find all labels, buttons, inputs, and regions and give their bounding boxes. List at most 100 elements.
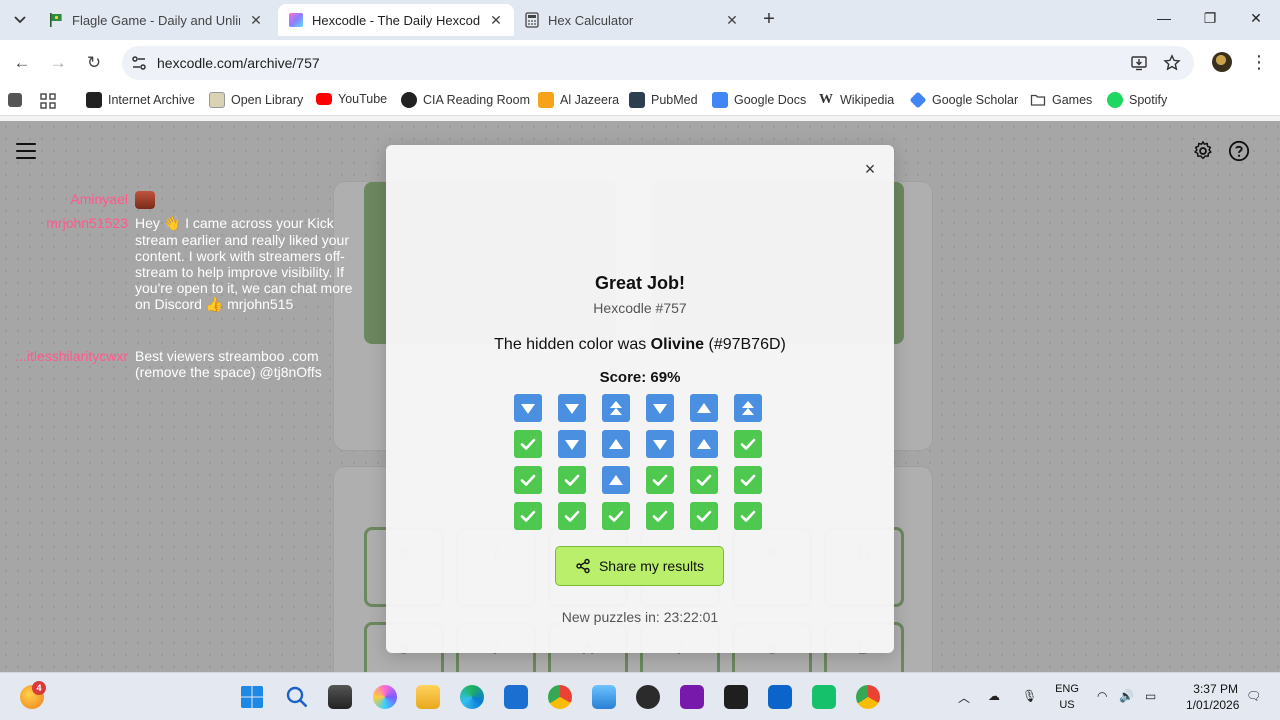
obs-icon[interactable]	[636, 685, 660, 709]
arrow-down-icon	[514, 394, 542, 422]
edge-icon[interactable]	[460, 685, 484, 709]
arrow-up-icon	[602, 430, 630, 458]
task-view-icon[interactable]	[328, 685, 352, 709]
site-settings-icon[interactable]	[130, 54, 148, 72]
copilot-icon[interactable]	[373, 685, 397, 709]
arrow-down-icon	[558, 430, 586, 458]
hexcodle-logo-icon	[289, 13, 303, 27]
windows-taskbar: 4 ︿ ☁ 🎙 ENG US ◠ 🔊 ▭ 3:37 PM 1/01/2026 🗨	[0, 672, 1280, 720]
archive-icon	[86, 92, 102, 108]
flag-icon	[50, 13, 62, 27]
bookmark-pubmed[interactable]: PubMed	[629, 92, 698, 108]
correct-check-icon	[558, 502, 586, 530]
tab-hex-calculator[interactable]: Hex Calculator ✕	[514, 4, 750, 36]
outlook-icon[interactable]	[768, 685, 792, 709]
correct-check-icon	[734, 466, 762, 494]
correct-check-icon	[734, 502, 762, 530]
tab-hexcodle[interactable]: Hexcodle - The Daily Hexcode ( ✕	[278, 4, 514, 36]
new-tab-button[interactable]: +	[758, 8, 780, 30]
folder-icon	[1030, 94, 1046, 106]
sidebar-toggle-icon[interactable]	[8, 93, 28, 107]
double-arrow-up-icon	[734, 394, 762, 422]
microphone-icon[interactable]: 🎙	[1022, 689, 1037, 703]
gear-icon[interactable]	[1192, 140, 1214, 162]
profile-avatar[interactable]	[1212, 52, 1232, 72]
al-jazeera-icon	[538, 92, 554, 108]
system-clock[interactable]: 3:37 PM 1/01/2026	[1186, 681, 1239, 713]
bookmark-internet-archive[interactable]: Internet Archive	[86, 92, 195, 108]
cloud-sync-icon[interactable]: ☁	[988, 689, 1000, 703]
back-button[interactable]: ←	[11, 52, 33, 74]
arrow-up-icon	[690, 430, 718, 458]
library-icon	[209, 92, 225, 108]
bookmark-youtube[interactable]: YouTube	[316, 92, 387, 106]
notification-badge: 4	[32, 681, 46, 695]
arrow-down-icon	[646, 394, 674, 422]
chat-message: Best viewers streamboo .com (remove the …	[135, 348, 322, 380]
close-icon[interactable]: ✕	[248, 12, 264, 29]
bookmark-cia-reading-room[interactable]: CIA Reading Room	[401, 92, 530, 108]
window-close-button[interactable]: ✕	[1246, 10, 1266, 27]
tab-flagle[interactable]: Flagle Game - Daily and Unlimi ✕	[38, 4, 274, 36]
chevron-up-icon[interactable]: ︿	[958, 689, 970, 706]
score-label: Score: 69%	[599, 369, 681, 386]
input-language[interactable]: ENG US	[1050, 681, 1084, 713]
url-text[interactable]: hexcodle.com/archive/757	[157, 55, 320, 71]
arrow-up-icon	[690, 394, 718, 422]
tab-label: Hexcodle - The Daily Hexcode (	[312, 12, 480, 28]
close-icon[interactable]: ✕	[488, 12, 504, 29]
bookmark-folder-games[interactable]: Games	[1030, 92, 1092, 108]
arrow-down-icon	[646, 430, 674, 458]
search-icon[interactable]	[285, 685, 309, 709]
chat-username: itlesshilaritycwxr...	[15, 348, 128, 364]
minimize-button[interactable]: —	[1154, 10, 1174, 26]
bookmark-google-docs[interactable]: Google Docs	[712, 92, 806, 108]
chrome-profile-icon[interactable]	[856, 685, 880, 709]
bookmark-spotify[interactable]: Spotify	[1107, 92, 1167, 108]
chat-message: Hey 👋 I came across your Kick stream ear…	[135, 215, 353, 312]
onenote-icon[interactable]	[680, 685, 704, 709]
file-explorer-icon[interactable]	[416, 685, 440, 709]
correct-check-icon	[514, 466, 542, 494]
address-bar[interactable]: hexcodle.com/archive/757	[122, 46, 1194, 80]
volume-icon[interactable]: 🔊	[1119, 689, 1134, 703]
bookmark-star-icon[interactable]	[1163, 54, 1181, 72]
pubmed-icon	[629, 92, 645, 108]
bookmark-google-scholar[interactable]: Google Scholar	[909, 91, 1018, 109]
forward-button[interactable]: →	[47, 52, 69, 74]
correct-check-icon	[690, 466, 718, 494]
reload-button[interactable]: ↻	[83, 52, 105, 74]
spotify-icon	[1107, 92, 1123, 108]
wikipedia-icon: W	[819, 92, 833, 107]
close-icon[interactable]: ×	[860, 159, 880, 179]
correct-check-icon	[514, 502, 542, 530]
chat-username: mrjohn51523	[46, 215, 128, 231]
share-results-button[interactable]: Share my results	[555, 546, 724, 586]
chrome-icon[interactable]	[548, 685, 572, 709]
double-arrow-up-icon	[602, 394, 630, 422]
browser-menu-icon[interactable]: ⋮	[1250, 51, 1268, 73]
wifi-icon[interactable]: ◠	[1097, 689, 1107, 703]
store-icon[interactable]	[504, 685, 528, 709]
close-icon[interactable]: ✕	[724, 12, 740, 29]
start-icon[interactable]	[240, 685, 264, 709]
correct-check-icon	[690, 502, 718, 530]
docs-icon	[712, 92, 728, 108]
battery-icon[interactable]: ▭	[1145, 689, 1156, 703]
install-app-icon[interactable]	[1130, 54, 1148, 72]
photos-icon[interactable]	[592, 685, 616, 709]
notifications-icon[interactable]: 🗨	[1246, 689, 1261, 703]
calculator-icon	[525, 12, 539, 28]
bookmark-al-jazeera[interactable]: Al Jazeera	[538, 92, 619, 108]
help-icon[interactable]	[1228, 140, 1250, 162]
bookmark-open-library[interactable]: Open Library	[209, 92, 303, 108]
app-icon[interactable]	[812, 685, 836, 709]
tab-label: Flagle Game - Daily and Unlimi	[72, 12, 240, 28]
apps-grid-icon[interactable]	[40, 93, 56, 109]
correct-check-icon	[646, 466, 674, 494]
bookmark-wikipedia[interactable]: W Wikipedia	[818, 92, 894, 108]
restore-button[interactable]: ❐	[1200, 10, 1220, 27]
sticky-notes-icon[interactable]	[724, 685, 748, 709]
tab-search-icon[interactable]	[10, 10, 30, 30]
hamburger-menu-icon[interactable]	[16, 143, 36, 159]
